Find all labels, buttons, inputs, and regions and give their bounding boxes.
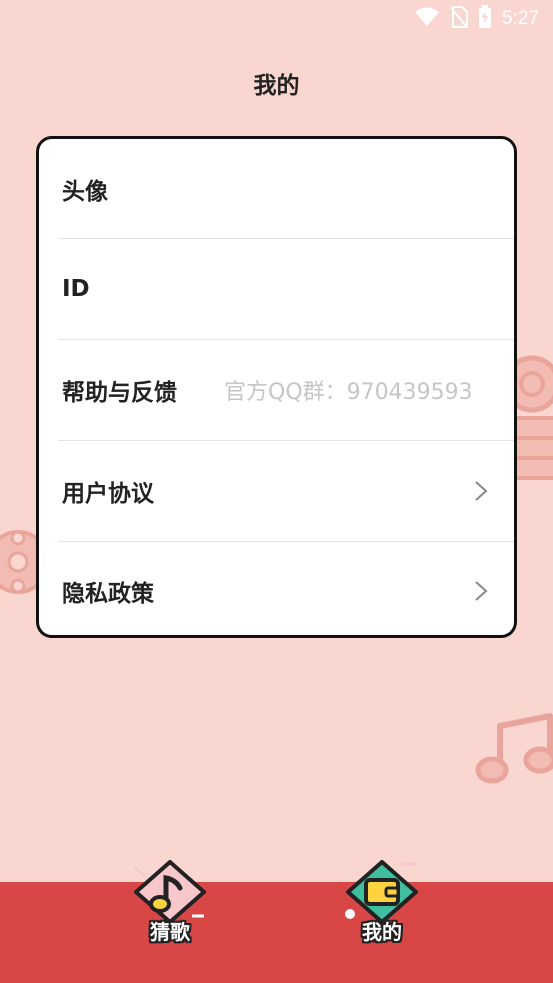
status-time: 5:27 [502, 8, 539, 29]
flower-deco-icon [0, 530, 38, 594]
settings-row-label: ID [62, 276, 90, 302]
bottom-nav [0, 882, 553, 983]
settings-row-label: 头像 [62, 179, 108, 205]
page-title: 我的 [253, 73, 300, 99]
tab-guess-song[interactable]: 猜歌 [130, 858, 210, 948]
music-note-deco-icon [475, 713, 553, 784]
qq-group-value: 官方QQ群：970439593 [224, 380, 473, 405]
settings-row-label: 用户协议 [62, 481, 154, 507]
status-bar: 5:27 [0, 0, 553, 38]
settings-row-label: 帮助与反馈 [62, 380, 177, 406]
battery-charging-icon [478, 4, 492, 34]
settings-row-id[interactable]: ID [39, 239, 514, 339]
settings-row-privacy-policy[interactable]: 隐私政策 [39, 541, 514, 635]
settings-card: 头像 ID 帮助与反馈 官方QQ群：970439593 用户协议 隐私政策 [36, 136, 517, 638]
tab-label: 我的 [362, 920, 402, 944]
tab-label: 猜歌 [150, 920, 190, 944]
settings-row-help-feedback[interactable]: 帮助与反馈 官方QQ群：970439593 [39, 340, 514, 440]
no-sim-icon [450, 5, 469, 33]
chevron-right-icon [475, 581, 488, 601]
settings-row-user-agreement[interactable]: 用户协议 [39, 441, 514, 541]
settings-row-label: 隐私政策 [62, 581, 154, 607]
wifi-icon [414, 7, 440, 32]
tab-mine[interactable]: 我的 [342, 858, 422, 948]
settings-row-avatar[interactable]: 头像 [39, 139, 514, 239]
chevron-right-icon [475, 481, 488, 501]
